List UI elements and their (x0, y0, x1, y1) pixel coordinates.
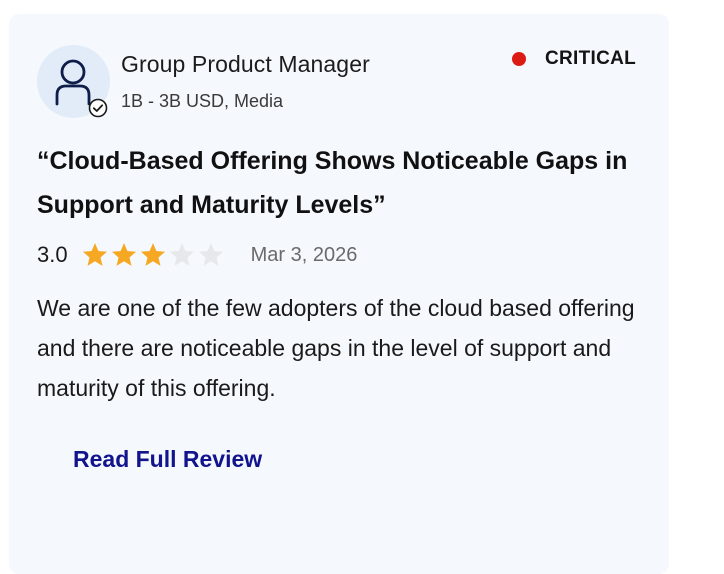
review-body: We are one of the few adopters of the cl… (37, 295, 635, 401)
star-filled-icon (111, 243, 136, 266)
review-card: Group Product Manager 1B - 3B USD, Media… (9, 14, 669, 574)
star-rating (80, 241, 225, 269)
rating-value: 3.0 (37, 242, 68, 267)
verified-check-icon (88, 98, 108, 118)
reviewer-avatar (37, 45, 110, 118)
star-filled-icon (140, 243, 165, 266)
star-filled-icon (82, 243, 107, 266)
star-empty-icon (169, 243, 194, 266)
reviewer-company: 1B - 3B USD, Media (121, 91, 284, 111)
severity-badge: CRITICAL (512, 48, 636, 70)
read-full-review-link[interactable]: Read Full Review (73, 446, 262, 473)
star-empty-icon (198, 243, 223, 266)
rating-row: 3.0 Mar 3, 2026 (37, 240, 357, 270)
severity-label: CRITICAL (545, 48, 637, 69)
severity-dot-icon (512, 52, 526, 66)
review-title: “Cloud-Based Offering Shows Noticeable G… (37, 147, 628, 219)
review-date: Mar 3, 2026 (250, 243, 358, 266)
reviewer-role: Group Product Manager (121, 51, 370, 77)
